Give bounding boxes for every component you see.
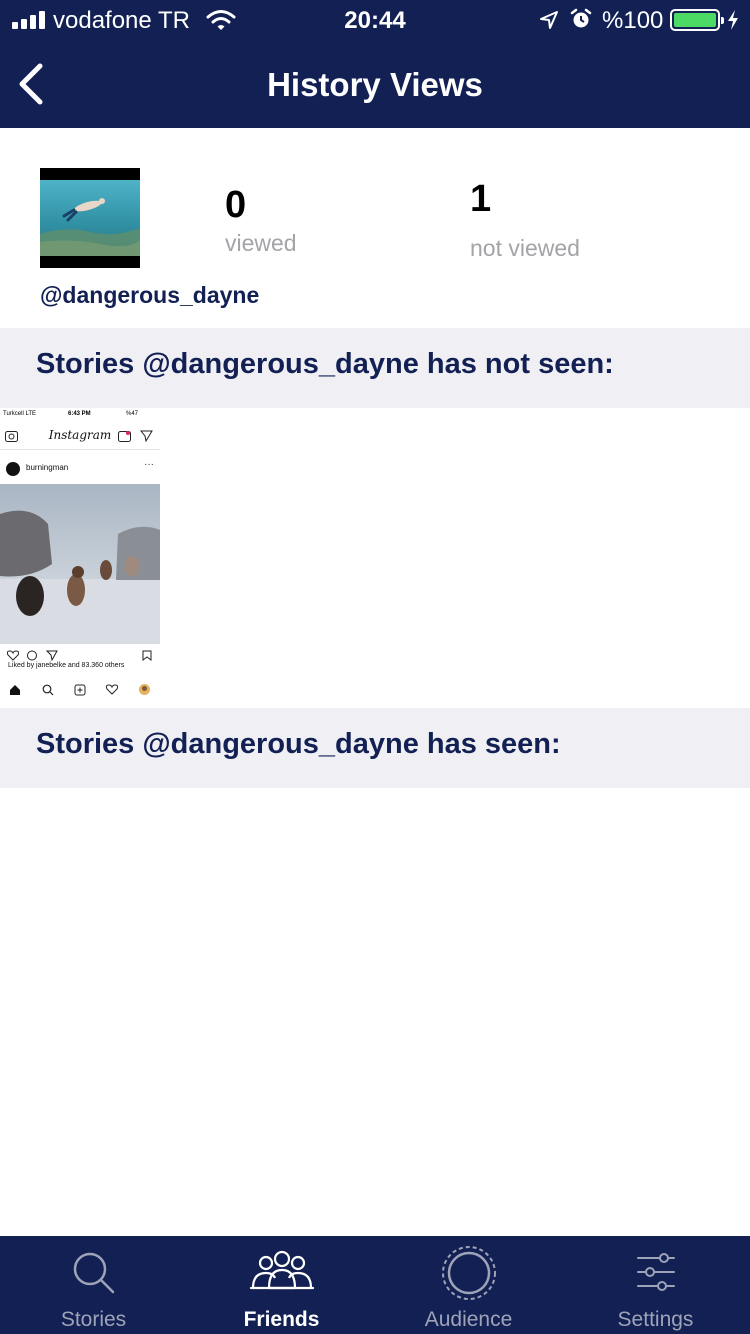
tab-audience-label: Audience: [424, 1308, 513, 1331]
profile-summary: @dangerous_dayne 0 viewed 1 not viewed: [0, 128, 750, 328]
activity-icon: [106, 684, 118, 695]
sliders-icon: [636, 1253, 675, 1291]
not-viewed-count: 1: [470, 178, 492, 220]
search-icon: [42, 684, 54, 696]
top-bar: vodafone TR 20:44 %100 History Views: [0, 0, 750, 128]
tab-friends-label: Friends: [243, 1308, 320, 1331]
comment-icon: [27, 650, 37, 661]
profile-icon: [139, 684, 150, 695]
direct-icon: [140, 430, 153, 442]
story-status-battery: %47: [126, 411, 139, 417]
battery-icon: [670, 9, 724, 31]
heart-icon: [7, 650, 19, 661]
search-icon: [73, 1252, 114, 1294]
story-post-user: burningman: [26, 463, 69, 472]
status-bar: vodafone TR 20:44 %100: [0, 0, 750, 40]
story-status-carrier: Turkcell LTE: [3, 411, 37, 417]
home-icon: [10, 685, 20, 695]
share-icon: [46, 650, 58, 661]
more-icon: ···: [144, 459, 154, 470]
story-status-bar: Turkcell LTE 6:43 PM %47: [0, 408, 160, 422]
audience-icon: [441, 1246, 496, 1300]
profile-thumbnail[interactable]: [40, 168, 140, 268]
story-photo: [0, 484, 160, 644]
story-tab-bar: [0, 680, 160, 700]
tab-settings-label: Settings: [617, 1308, 694, 1331]
story-post-header: burningman ···: [0, 456, 160, 480]
tab-friends[interactable]: Friends: [188, 1236, 375, 1334]
add-post-icon: [74, 684, 86, 696]
story-app-header: Instagram: [0, 422, 160, 450]
alarm-icon: [570, 8, 592, 28]
charging-icon: [728, 10, 738, 30]
bookmark-icon: [142, 650, 152, 661]
section-seen: Stories @dangerous_dayne has seen:: [0, 708, 750, 788]
underwater-photo: [40, 168, 140, 268]
tab-settings[interactable]: Settings: [562, 1236, 749, 1334]
tab-stories[interactable]: Stories: [0, 1236, 187, 1334]
page-title: History Views: [267, 66, 483, 103]
profile-username: @dangerous_dayne: [40, 282, 260, 308]
viewed-label: viewed: [225, 230, 297, 256]
viewed-count: 0: [225, 184, 247, 226]
location-icon: [540, 11, 558, 29]
story-brand: Instagram: [48, 428, 112, 442]
tab-stories-label: Stories: [60, 1308, 127, 1331]
battery-percent: %100: [602, 7, 664, 34]
story-liked-text: Liked by janebelke and 83.360 others: [8, 662, 125, 669]
igtv-icon: [118, 431, 131, 442]
tab-audience[interactable]: Audience: [375, 1236, 562, 1334]
section-not-seen-title: Stories @dangerous_dayne has not seen:: [36, 348, 614, 380]
story-status-time: 6:43 PM: [68, 411, 91, 417]
section-not-seen: Stories @dangerous_dayne has not seen:: [0, 328, 750, 408]
story-thumbnail[interactable]: Turkcell LTE 6:43 PM %47 Instagram burni…: [0, 408, 160, 700]
tab-bar: Stories Friends Audience Settings: [0, 1236, 750, 1334]
friends-icon: [249, 1250, 314, 1290]
avatar: [6, 462, 20, 476]
section-seen-title: Stories @dangerous_dayne has seen:: [36, 728, 561, 760]
not-viewed-label: not viewed: [470, 235, 580, 261]
